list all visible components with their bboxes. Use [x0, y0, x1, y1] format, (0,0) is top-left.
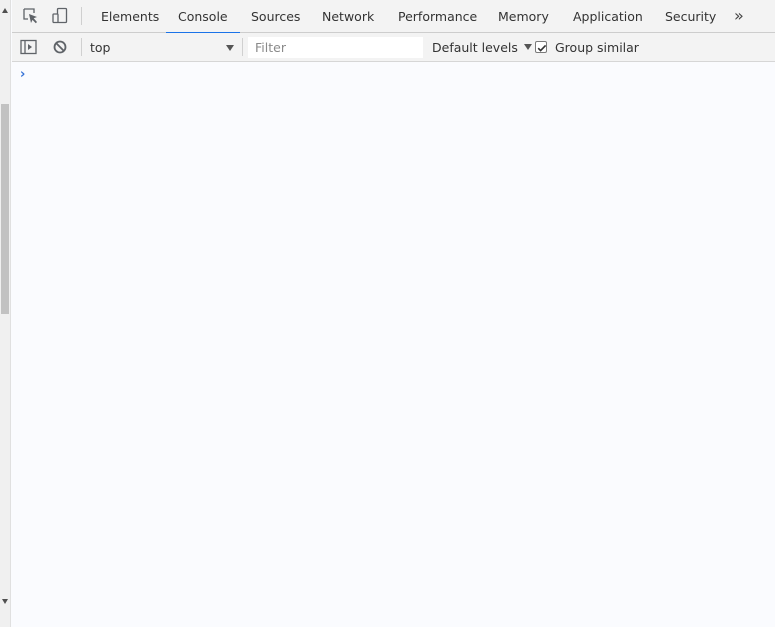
tab-elements[interactable]: Elements — [101, 0, 159, 33]
inspect-element-icon[interactable] — [22, 7, 40, 25]
tab-security[interactable]: Security — [665, 0, 716, 33]
page-scrollbar[interactable] — [0, 0, 11, 627]
checkmark-icon — [537, 44, 547, 52]
tab-performance[interactable]: Performance — [398, 0, 477, 33]
tab-memory[interactable]: Memory — [498, 0, 549, 33]
tab-sources[interactable]: Sources — [251, 0, 300, 33]
log-levels-label: Default levels — [432, 40, 518, 55]
devtools-panel: Elements Console Sources Network Perform… — [12, 0, 775, 627]
tab-divider — [81, 7, 82, 25]
chevron-down-icon — [226, 45, 234, 51]
toolbar-divider — [242, 38, 243, 56]
scroll-down-arrow-icon[interactable] — [2, 599, 8, 604]
scrollbar-thumb[interactable] — [1, 104, 9, 314]
more-tabs-icon[interactable]: » — [734, 0, 744, 33]
devtools-tab-bar: Elements Console Sources Network Perform… — [12, 0, 775, 34]
filter-input[interactable] — [248, 37, 423, 58]
chevron-down-icon — [523, 44, 532, 50]
tab-console[interactable]: Console — [166, 0, 240, 34]
group-similar-label[interactable]: Group similar — [555, 37, 639, 58]
console-prompt-icon: › — [20, 67, 26, 82]
tab-application[interactable]: Application — [573, 0, 643, 33]
clear-console-icon[interactable] — [52, 39, 70, 55]
context-selector[interactable]: top — [90, 37, 236, 58]
console-toolbar: top Default levels Group similar — [12, 33, 775, 62]
tab-network[interactable]: Network — [322, 0, 374, 33]
log-levels-dropdown[interactable]: Default levels — [432, 37, 532, 58]
console-sidebar-icon[interactable] — [20, 39, 38, 55]
scroll-up-arrow-icon[interactable] — [2, 8, 8, 13]
device-toolbar-icon[interactable] — [51, 7, 69, 25]
context-value: top — [90, 40, 111, 55]
group-similar-checkbox[interactable] — [535, 41, 547, 53]
toolbar-divider — [81, 38, 82, 56]
console-output[interactable]: › — [12, 63, 775, 627]
